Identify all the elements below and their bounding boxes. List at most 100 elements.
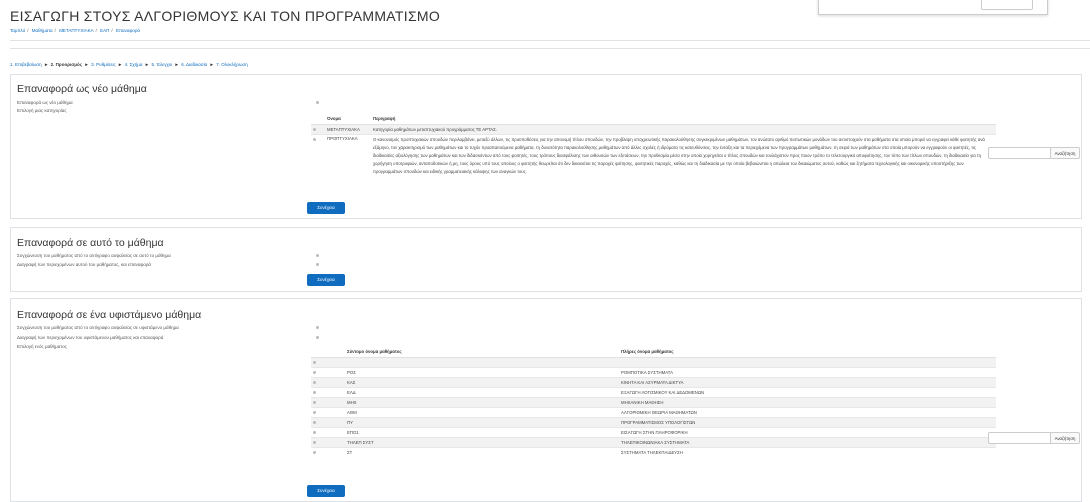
restore-this-course-section: Επαναφορά σε αυτό το μάθημα Συγχώνευση τ… bbox=[10, 227, 1082, 292]
row-radio[interactable] bbox=[313, 381, 316, 384]
course-short: ΡΟΣ bbox=[345, 367, 619, 378]
category-desc: Ο κανονισμός προπτυχιακών σπουδών περιλα… bbox=[371, 134, 996, 177]
course-short: ΑΘΜ bbox=[345, 407, 619, 418]
breadcrumb-item[interactable]: Ταμπλό bbox=[10, 28, 25, 33]
step-review: 5. Έλεγχοι bbox=[151, 62, 173, 67]
col-short-name: Σύντομο όνομα μαθήματος bbox=[345, 346, 619, 358]
course-short bbox=[345, 357, 619, 368]
table-row[interactable]: ΑΘΜ ΑΛΓΟΡΙΘΜΙΚΗ ΘΕΩΡΙΑ ΜΑΘΗΜΑΤΩΝ bbox=[311, 407, 996, 418]
breadcrumb-item[interactable]: Μαθήματα bbox=[32, 28, 53, 33]
row-radio[interactable] bbox=[313, 371, 316, 374]
col-full-name: Πλήρες όνομα μαθήματος bbox=[619, 346, 996, 358]
course-full: ΤΗΛΕΠΙΚΟΙΝΩΝΙΑΚΑ ΣΥΣΤΗΜΑΤΑ bbox=[619, 437, 996, 448]
row-radio[interactable] bbox=[313, 361, 316, 364]
breadcrumb-item[interactable]: ΕΑΠ bbox=[100, 28, 109, 33]
step-process: 6. Διαδικασία bbox=[181, 62, 208, 67]
table-row[interactable]: ΜΗΧ ΜΗΧΑΝΙΚΗ ΜΑΘΗΣΗ bbox=[311, 397, 996, 408]
continue-button[interactable]: Συνέχεια bbox=[307, 274, 345, 286]
category-table: Όνομα Περιγραφή ΜΕΤΑΠΤΥΧΙΑΚΑ Κατηγορία μ… bbox=[311, 113, 996, 177]
user-dropdown-panel bbox=[818, 0, 1048, 15]
course-full: ΕΙΣΑΓΩΓΗ ΣΤΗΝ ΠΛΗΡΟΦΟΡΙΚΗ bbox=[619, 427, 996, 438]
table-row[interactable]: ΚΑΣ ΚΙΝΗΤΑ ΚΑΙ ΑΣΥΡΜΑΤΑ ΔΙΚΤΥΑ bbox=[311, 377, 996, 388]
course-short: ΜΗΧ bbox=[345, 397, 619, 408]
category-search-input[interactable] bbox=[988, 147, 1052, 159]
row-radio[interactable] bbox=[313, 128, 316, 131]
delete-existing-radio[interactable] bbox=[316, 336, 319, 339]
category-desc: Κατηγορία μαθημάτων μεταπτυχιακού προγρά… bbox=[371, 124, 996, 135]
page-title: ΕΙΣΑΓΩΓΗ ΣΤΟΥΣ ΑΛΓΟΡΙΘΜΟΥΣ ΚΑΙ ΤΟΝ ΠΡΟΓΡ… bbox=[10, 8, 441, 24]
table-row[interactable]: ΕΛΔ ΕΞΑΓΩΓΗ ΛΟΓΙΣΜΙΚΟΥ ΚΑΙ ΔΕΔΟΜΕΝΩΝ bbox=[311, 387, 996, 398]
restore-new-radio[interactable] bbox=[316, 101, 319, 104]
delete-existing-label: Διαγραφή των περιεχομένων του υφιστάμενο… bbox=[17, 335, 164, 340]
step-destination: 2. Προορισμός bbox=[50, 62, 83, 67]
course-short: ΚΑΣ bbox=[345, 377, 619, 388]
row-radio[interactable] bbox=[313, 451, 316, 454]
restore-existing-course-section: Επαναφορά σε ένα υφιστάμενο μάθημα Συγχώ… bbox=[10, 298, 1082, 502]
table-row[interactable]: ΠΡΟΠΤΥΧΙΑΚΑ Ο κανονισμός προπτυχιακών σπ… bbox=[311, 134, 996, 177]
table-row[interactable]: ΜΕΤΑΠΤΥΧΙΑΚΑ Κατηγορία μαθημάτων μεταπτυ… bbox=[311, 124, 996, 135]
course-full: ΡΟΜΠΟΤΙΚΑ ΣΥΣΤΗΜΑΤΑ bbox=[619, 367, 996, 378]
section-heading: Επαναφορά ως νέο μάθημα bbox=[17, 83, 147, 95]
step-confirm: 1. Επιβεβαίωση bbox=[10, 62, 42, 67]
row-radio[interactable] bbox=[313, 411, 316, 414]
course-short: ΕΛΔ bbox=[345, 387, 619, 398]
step-schema: 4. Σχήμα bbox=[124, 62, 143, 67]
breadcrumb-item[interactable]: Επαναφορά bbox=[116, 28, 140, 33]
row-radio[interactable] bbox=[313, 138, 316, 141]
course-full: ΕΞΑΓΩΓΗ ΛΟΓΙΣΜΙΚΟΥ ΚΑΙ ΔΕΔΟΜΕΝΩΝ bbox=[619, 387, 996, 398]
table-row[interactable]: ΣΤ ΣΥΣΤΗΜΑΤΑ ΤΗΛΕΚΠΑΙΔΕΥΣΗ bbox=[311, 447, 996, 457]
course-table: Σύντομο όνομα μαθήματος Πλήρες όνομα μαθ… bbox=[311, 346, 996, 457]
course-search-input[interactable] bbox=[988, 432, 1052, 444]
restore-new-course-section: Επαναφορά ως νέο μάθημα Επαναφορά ως νέο… bbox=[10, 74, 1082, 219]
section-heading: Επαναφορά σε ένα υφιστάμενο μάθημα bbox=[17, 309, 202, 321]
course-full: ΜΗΧΑΝΙΚΗ ΜΑΘΗΣΗ bbox=[619, 397, 996, 408]
delete-option-label: Διαγραφή των περιεχομένων αυτού του μαθή… bbox=[17, 262, 152, 267]
course-full: ΑΛΓΟΡΙΘΜΙΚΗ ΘΕΩΡΙΑ ΜΑΘΗΜΑΤΩΝ bbox=[619, 407, 996, 418]
divider bbox=[10, 40, 1090, 41]
row-radio[interactable] bbox=[313, 401, 316, 404]
continue-button[interactable]: Συνέχεια bbox=[307, 485, 345, 497]
breadcrumb-item[interactable]: ΜΕΤΑΠΤΥΧΙΑΚΑ bbox=[59, 28, 93, 33]
col-description: Περιγραφή bbox=[371, 113, 996, 125]
category-name: ΠΡΟΠΤΥΧΙΑΚΑ bbox=[325, 134, 371, 177]
row-radio[interactable] bbox=[313, 421, 316, 424]
step-complete: 7. Ολοκλήρωση bbox=[216, 62, 248, 67]
delete-radio[interactable] bbox=[316, 263, 319, 266]
course-full: ΠΡΟΓΡΑΜΜΑΤΙΣΜΟΣ ΥΠΟΛΟΓΙΣΤΩΝ bbox=[619, 417, 996, 428]
continue-button[interactable]: Συνέχεια bbox=[307, 202, 345, 214]
category-name: ΜΕΤΑΠΤΥΧΙΑΚΑ bbox=[325, 124, 371, 135]
restore-new-label: Επαναφορά ως νέο μάθημα bbox=[17, 100, 73, 105]
breadcrumb: Ταμπλό / Μαθήματα / ΜΕΤΑΠΤΥΧΙΑΚΑ / ΕΑΠ / Επα… bbox=[10, 28, 141, 33]
course-full bbox=[619, 357, 996, 368]
divider bbox=[10, 48, 1090, 49]
row-radio[interactable] bbox=[313, 431, 316, 434]
merge-radio[interactable] bbox=[316, 254, 319, 257]
course-short: ΠΥ bbox=[345, 417, 619, 428]
course-search: Αναζήτηση bbox=[988, 432, 1080, 444]
restore-steps: 1. Επιβεβαίωση ► 2. Προορισμός ► 3. Ρυθμ… bbox=[10, 62, 248, 67]
course-short: ΣΤ bbox=[345, 447, 619, 457]
section-heading: Επαναφορά σε αυτό το μάθημα bbox=[17, 237, 164, 249]
category-search-button[interactable]: Αναζήτηση bbox=[1050, 147, 1080, 159]
course-short: ΕΠΟ1 bbox=[345, 427, 619, 438]
course-full: ΣΥΣΤΗΜΑΤΑ ΤΗΛΕΚΠΑΙΔΕΥΣΗ bbox=[619, 447, 996, 457]
category-search: Αναζήτηση bbox=[988, 147, 1080, 159]
col-name: Όνομα bbox=[325, 113, 371, 125]
course-short: ΤΗΛΕΠ ΣΥΣΤ bbox=[345, 437, 619, 448]
step-settings: 3. Ρυθμίσεις bbox=[91, 62, 116, 67]
table-row[interactable]: ΤΗΛΕΠ ΣΥΣΤ ΤΗΛΕΠΙΚΟΙΝΩΝΙΑΚΑ ΣΥΣΤΗΜΑΤΑ bbox=[311, 437, 996, 448]
dropdown-button[interactable] bbox=[981, 0, 1033, 10]
course-select-label: Επιλογή ενός μαθήματος bbox=[17, 344, 67, 349]
category-label: Επιλογή μιας κατηγορίας bbox=[17, 108, 67, 113]
table-row[interactable] bbox=[311, 357, 996, 368]
course-full: ΚΙΝΗΤΑ ΚΑΙ ΑΣΥΡΜΑΤΑ ΔΙΚΤΥΑ bbox=[619, 377, 996, 388]
table-row[interactable]: ΕΠΟ1 ΕΙΣΑΓΩΓΗ ΣΤΗΝ ΠΛΗΡΟΦΟΡΙΚΗ bbox=[311, 427, 996, 438]
row-radio[interactable] bbox=[313, 391, 316, 394]
row-radio[interactable] bbox=[313, 441, 316, 444]
merge-existing-radio[interactable] bbox=[316, 326, 319, 329]
course-search-button[interactable]: Αναζήτηση bbox=[1050, 432, 1080, 444]
merge-existing-label: Συγχώνευση του μαθήματος από το αντίγραφ… bbox=[17, 325, 179, 330]
merge-option-label: Συγχώνευση του μαθήματος από το αντίγραφ… bbox=[17, 253, 171, 258]
table-row[interactable]: ΡΟΣ ΡΟΜΠΟΤΙΚΑ ΣΥΣΤΗΜΑΤΑ bbox=[311, 367, 996, 378]
table-row[interactable]: ΠΥ ΠΡΟΓΡΑΜΜΑΤΙΣΜΟΣ ΥΠΟΛΟΓΙΣΤΩΝ bbox=[311, 417, 996, 428]
